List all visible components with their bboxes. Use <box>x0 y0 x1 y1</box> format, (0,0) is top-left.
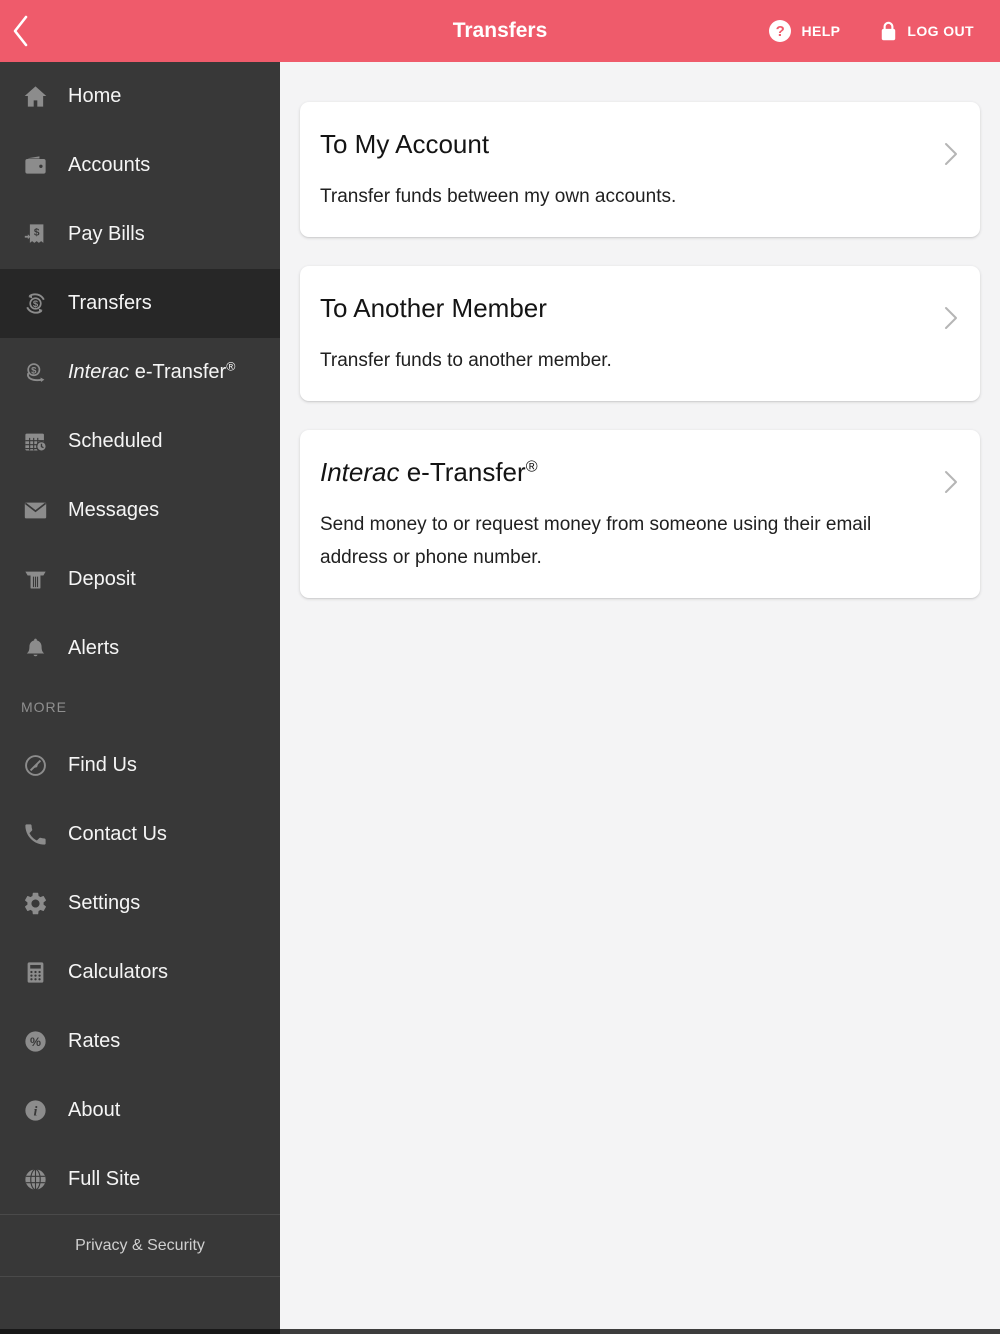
sidebar-item-settings[interactable]: Settings <box>0 869 280 938</box>
sidebar-item-label: Calculators <box>68 961 169 983</box>
sidebar-nav: Home Accounts $ Pay Bills $ Transfers $ … <box>0 62 280 1334</box>
chevron-right-icon <box>944 306 958 330</box>
sidebar-item-interac-etransfer[interactable]: $ Interac e-Transfer® <box>0 338 280 407</box>
sidebar-item-label: Accounts <box>68 154 151 176</box>
card-interac-etransfer[interactable]: Interac e-Transfer® Send money to or req… <box>300 430 980 598</box>
card-description: Send money to or request money from some… <box>320 514 872 568</box>
question-circle-icon: ? <box>769 20 792 42</box>
sidebar-item-label: Transfers <box>68 292 152 314</box>
sidebar-item-label: Full Site <box>68 1168 141 1190</box>
globe-icon <box>21 1166 49 1194</box>
card-title: To My Account <box>320 129 490 159</box>
back-button[interactable] <box>0 0 56 62</box>
sidebar-item-label: Home <box>68 85 122 107</box>
gear-icon <box>21 890 49 918</box>
sidebar-item-label: Rates <box>68 1030 121 1052</box>
help-label: HELP <box>801 23 841 39</box>
card-title: To Another Member <box>320 293 547 323</box>
sidebar-item-scheduled[interactable]: Scheduled <box>0 407 280 476</box>
logout-button[interactable]: LOG OUT <box>880 20 974 42</box>
sidebar-item-messages[interactable]: Messages <box>0 476 280 545</box>
svg-text:%: % <box>30 1035 41 1049</box>
svg-text:i: i <box>33 1104 37 1120</box>
card-to-my-account[interactable]: To My Account Transfer funds between my … <box>300 102 980 237</box>
sidebar-item-label: About <box>68 1099 121 1121</box>
sidebar-item-pay-bills[interactable]: $ Pay Bills <box>0 200 280 269</box>
bill-icon: $ <box>21 221 49 249</box>
sidebar-item-find-us[interactable]: Find Us <box>0 731 280 800</box>
card-title: Interac e-Transfer® <box>320 457 538 487</box>
info-circle-icon: i <box>21 1097 49 1125</box>
sidebar-item-about[interactable]: i About <box>0 1076 280 1145</box>
svg-text:$: $ <box>31 365 37 376</box>
etransfer-icon: $ <box>21 359 49 387</box>
chevron-right-icon <box>944 142 958 166</box>
svg-text:$: $ <box>33 228 39 239</box>
help-button[interactable]: ? HELP <box>769 20 840 42</box>
cheque-deposit-icon <box>21 566 49 594</box>
sidebar-item-transfers[interactable]: $ Transfers <box>0 269 280 338</box>
wallet-icon <box>21 152 49 180</box>
header-bar: Transfers ? HELP LOG OUT <box>0 0 1000 62</box>
envelope-icon <box>21 497 49 525</box>
sidebar-item-rates[interactable]: % Rates <box>0 1007 280 1076</box>
percent-circle-icon: % <box>21 1028 49 1056</box>
sidebar-item-label: Alerts <box>68 637 120 659</box>
sidebar-item-calculators[interactable]: Calculators <box>0 938 280 1007</box>
sidebar-item-label: Contact Us <box>68 823 167 845</box>
sidebar-item-home[interactable]: Home <box>0 62 280 131</box>
sidebar-item-label: Pay Bills <box>68 223 145 245</box>
transfer-icon: $ <box>21 290 49 318</box>
sidebar-item-label: Messages <box>68 499 160 521</box>
sidebar-item-label: Settings <box>68 892 141 914</box>
sidebar-item-label: Interac e-Transfer® <box>68 359 236 383</box>
phone-icon <box>21 821 49 849</box>
sidebar-item-full-site[interactable]: Full Site <box>0 1145 280 1214</box>
sidebar-item-contact-us[interactable]: Contact Us <box>0 800 280 869</box>
sidebar-section-more: MORE <box>21 699 67 715</box>
sidebar-item-label: Find Us <box>68 754 137 776</box>
calendar-clock-icon <box>21 428 49 456</box>
card-description: Transfer funds to another member. <box>320 350 612 371</box>
chevron-right-icon <box>944 470 958 494</box>
svg-text:$: $ <box>32 299 38 310</box>
sidebar-item-alerts[interactable]: Alerts <box>0 614 280 683</box>
sidebar-item-label: Scheduled <box>68 430 163 452</box>
content-area: To My Account Transfer funds between my … <box>280 62 1000 1334</box>
card-description: Transfer funds between my own accounts. <box>320 186 677 207</box>
bottom-bar-sidebar-segment <box>0 1329 280 1334</box>
sidebar-item-deposit[interactable]: Deposit <box>0 545 280 614</box>
sidebar-item-accounts[interactable]: Accounts <box>0 131 280 200</box>
card-to-another-member[interactable]: To Another Member Transfer funds to anot… <box>300 266 980 401</box>
privacy-security-link[interactable]: Privacy & Security <box>0 1214 280 1277</box>
home-icon <box>21 83 49 111</box>
logout-label: LOG OUT <box>907 23 974 39</box>
bottom-bar <box>0 1329 1000 1334</box>
chevron-left-icon <box>12 15 29 47</box>
bell-icon <box>21 635 49 663</box>
sidebar-item-label: Deposit <box>68 568 136 590</box>
compass-icon <box>21 752 49 780</box>
lock-icon <box>880 20 897 42</box>
calculator-icon <box>21 959 49 987</box>
